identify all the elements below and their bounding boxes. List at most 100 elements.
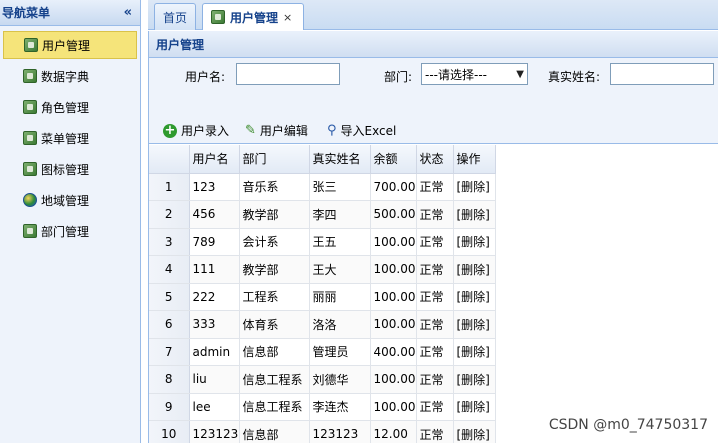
edit-user-button[interactable]: ✎ 用户编辑 [245, 122, 308, 139]
col-status[interactable]: 状态 [416, 145, 454, 174]
cell-status: 正常 [416, 173, 454, 201]
cell-balance: 700.00 [370, 173, 417, 201]
cell-username: 123123 [189, 420, 240, 443]
sidebar: 导航菜单 « 用户管理数据字典角色管理菜单管理图标管理地域管理部门管理 [0, 0, 141, 443]
delete-link[interactable]: [删除] [453, 393, 496, 421]
cell-balance: 100.00 [370, 310, 417, 339]
cell-balance: 400.00 [370, 338, 417, 366]
row-number: 6 [149, 310, 190, 339]
search-icon: ⚲ [327, 123, 337, 138]
cell-balance: 500.00 [370, 200, 417, 229]
row-number: 1 [149, 173, 190, 201]
delete-link[interactable]: [删除] [453, 255, 496, 284]
delete-link[interactable]: [删除] [453, 173, 496, 201]
cell-username: 789 [189, 228, 240, 256]
cell-realname: 李连杰 [309, 393, 371, 421]
cell-status: 正常 [416, 228, 454, 256]
page-icon [23, 100, 37, 114]
cell-status: 正常 [416, 310, 454, 339]
cell-username: admin [189, 338, 240, 366]
username-label: 用户名: [185, 70, 226, 84]
sidebar-item-label: 用户管理 [42, 38, 91, 53]
delete-link[interactable]: [删除] [453, 310, 496, 339]
realname-input[interactable] [610, 63, 714, 85]
table-row[interactable]: 10 123123 信息部 123123 12.00 正常 [删除] [149, 420, 496, 443]
cell-username: liu [189, 365, 240, 394]
username-input[interactable] [236, 63, 340, 85]
cell-department: 信息部 [239, 338, 310, 366]
close-icon[interactable]: × [283, 11, 292, 24]
chevron-down-icon: ▼ [516, 68, 524, 80]
col-realname[interactable]: 真实姓名 [309, 145, 371, 174]
sidebar-title: 导航菜单 [2, 6, 51, 20]
edit-user-label: 用户编辑 [259, 124, 308, 138]
sidebar-item-1[interactable]: 数据字典 [3, 62, 137, 90]
panel-title: 用户管理 [149, 31, 718, 58]
cell-balance: 100.00 [370, 393, 417, 421]
table-row[interactable]: 2 456 教学部 李四 500.00 正常 [删除] [149, 200, 496, 229]
dept-selected-value: ---请选择--- [425, 67, 487, 82]
tab-user-management[interactable]: 用户管理 × [202, 3, 304, 30]
dept-label: 部门: [384, 70, 413, 84]
cell-status: 正常 [416, 365, 454, 394]
import-excel-label: 导入Excel [340, 124, 397, 138]
sidebar-header: 导航菜单 « [0, 0, 140, 26]
cell-realname: 123123 [309, 420, 371, 443]
cell-status: 正常 [416, 200, 454, 229]
sidebar-item-2[interactable]: 角色管理 [3, 93, 137, 121]
cell-realname: 洛洛 [309, 310, 371, 339]
page-icon [24, 38, 38, 52]
table-row[interactable]: 7 admin 信息部 管理员 400.00 正常 [删除] [149, 338, 496, 366]
delete-link[interactable]: [删除] [453, 228, 496, 256]
cell-username: 456 [189, 200, 240, 229]
delete-link[interactable]: [删除] [453, 200, 496, 229]
table-row[interactable]: 5 222 工程系 丽丽 100.00 正常 [删除] [149, 283, 496, 311]
sidebar-item-6[interactable]: 部门管理 [3, 217, 137, 245]
cell-username: 111 [189, 255, 240, 284]
delete-link[interactable]: [删除] [453, 338, 496, 366]
cell-username: 333 [189, 310, 240, 339]
sidebar-item-3[interactable]: 菜单管理 [3, 124, 137, 152]
cell-username: 123 [189, 173, 240, 201]
col-rownum [149, 145, 190, 174]
cell-department: 信息工程系 [239, 365, 310, 394]
delete-link[interactable]: [删除] [453, 283, 496, 311]
add-icon: + [163, 122, 177, 138]
page-icon [23, 131, 37, 145]
cell-department: 教学部 [239, 255, 310, 284]
sidebar-item-0[interactable]: 用户管理 [3, 31, 137, 59]
table-row[interactable]: 3 789 会计系 王五 100.00 正常 [删除] [149, 228, 496, 256]
dept-select[interactable]: ---请选择--- ▼ [421, 63, 528, 85]
import-excel-button[interactable]: ⚲ 导入Excel [327, 122, 396, 139]
cell-balance: 12.00 [370, 420, 417, 443]
row-number: 2 [149, 200, 190, 229]
add-user-label: 用户录入 [181, 124, 230, 138]
delete-link[interactable]: [删除] [453, 365, 496, 394]
table-row[interactable]: 4 111 教学部 王大 100.00 正常 [删除] [149, 255, 496, 284]
cell-department: 教学部 [239, 200, 310, 229]
col-balance[interactable]: 余额 [370, 145, 417, 174]
page-icon [211, 10, 225, 24]
sidebar-item-4[interactable]: 图标管理 [3, 155, 137, 183]
cell-department: 信息部 [239, 420, 310, 443]
sidebar-item-5[interactable]: 地域管理 [3, 186, 137, 214]
table-row[interactable]: 9 lee 信息工程系 李连杰 100.00 正常 [删除] [149, 393, 496, 421]
cell-department: 会计系 [239, 228, 310, 256]
col-username[interactable]: 用户名 [189, 145, 240, 174]
add-user-button[interactable]: + 用户录入 [163, 122, 229, 139]
row-number: 9 [149, 393, 190, 421]
collapse-sidebar-button[interactable]: « [124, 5, 132, 20]
cell-realname: 刘德华 [309, 365, 371, 394]
cell-username: lee [189, 393, 240, 421]
table-row[interactable]: 1 123 音乐系 张三 700.00 正常 [删除] [149, 173, 496, 201]
table-row[interactable]: 8 liu 信息工程系 刘德华 100.00 正常 [删除] [149, 365, 496, 394]
cell-department: 信息工程系 [239, 393, 310, 421]
globe-icon [23, 193, 37, 207]
delete-link[interactable]: [删除] [453, 420, 496, 443]
realname-label: 真实姓名: [548, 70, 601, 84]
col-department[interactable]: 部门 [239, 145, 310, 174]
sidebar-item-label: 角色管理 [41, 100, 90, 115]
tab-bar: 首页 用户管理 × [148, 0, 718, 30]
table-row[interactable]: 6 333 体育系 洛洛 100.00 正常 [删除] [149, 310, 496, 339]
tab-home[interactable]: 首页 [154, 3, 196, 30]
